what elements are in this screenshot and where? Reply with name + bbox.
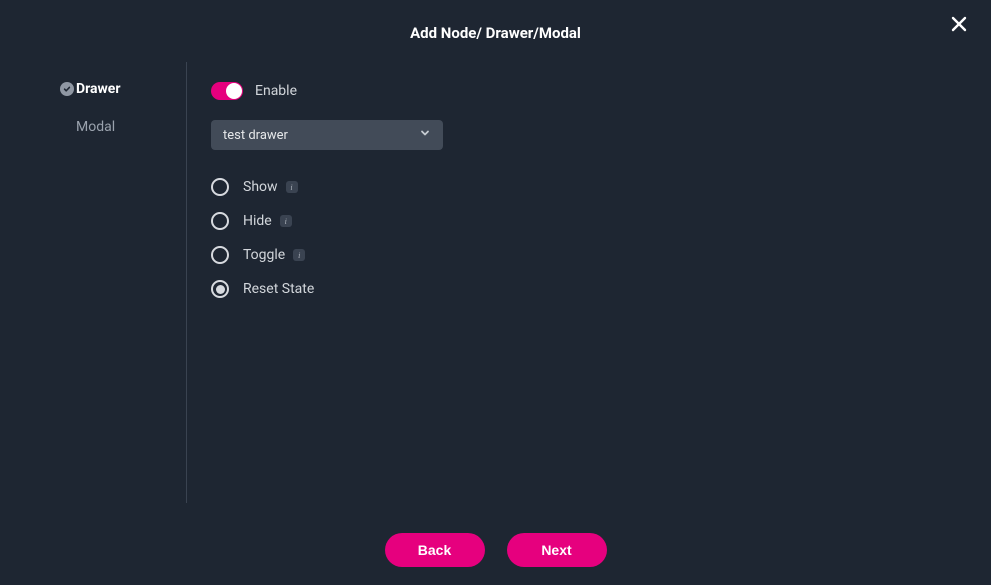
radio-reset-state[interactable]: Reset State <box>211 278 967 300</box>
select-value: test drawer <box>223 128 288 143</box>
enable-toggle[interactable] <box>211 82 243 100</box>
footer: Back Next <box>0 533 991 567</box>
close-icon <box>950 15 968 37</box>
radio-label: Show <box>243 179 278 195</box>
back-button[interactable]: Back <box>385 533 485 567</box>
toggle-knob <box>226 83 242 99</box>
radio-label: Toggle <box>243 247 285 263</box>
chevron-down-icon <box>419 127 431 143</box>
radio-icon <box>211 212 229 230</box>
info-icon[interactable]: i <box>293 249 305 261</box>
radio-label: Hide <box>243 213 272 229</box>
sidebar: Drawer Modal <box>0 60 186 505</box>
radio-show[interactable]: Show i <box>211 176 967 198</box>
sidebar-item-modal[interactable]: Modal <box>0 108 186 146</box>
enable-label: Enable <box>255 83 297 99</box>
drawer-select[interactable]: test drawer <box>211 120 443 150</box>
info-icon[interactable]: i <box>280 215 292 227</box>
radio-icon <box>211 246 229 264</box>
info-icon[interactable]: i <box>286 181 298 193</box>
next-button[interactable]: Next <box>507 533 607 567</box>
close-button[interactable] <box>947 14 971 38</box>
radio-icon <box>211 178 229 196</box>
radio-toggle[interactable]: Toggle i <box>211 244 967 266</box>
sidebar-item-label: Drawer <box>76 81 120 97</box>
radio-icon <box>211 280 229 298</box>
radio-label: Reset State <box>243 281 314 297</box>
sidebar-item-drawer[interactable]: Drawer <box>0 70 186 108</box>
sidebar-item-label: Modal <box>76 119 115 135</box>
radio-hide[interactable]: Hide i <box>211 210 967 232</box>
content-panel: Enable test drawer Show i Hide i Toggle … <box>187 60 991 505</box>
modal-title: Add Node/ Drawer/Modal <box>0 0 991 42</box>
check-circle-icon <box>60 82 74 96</box>
